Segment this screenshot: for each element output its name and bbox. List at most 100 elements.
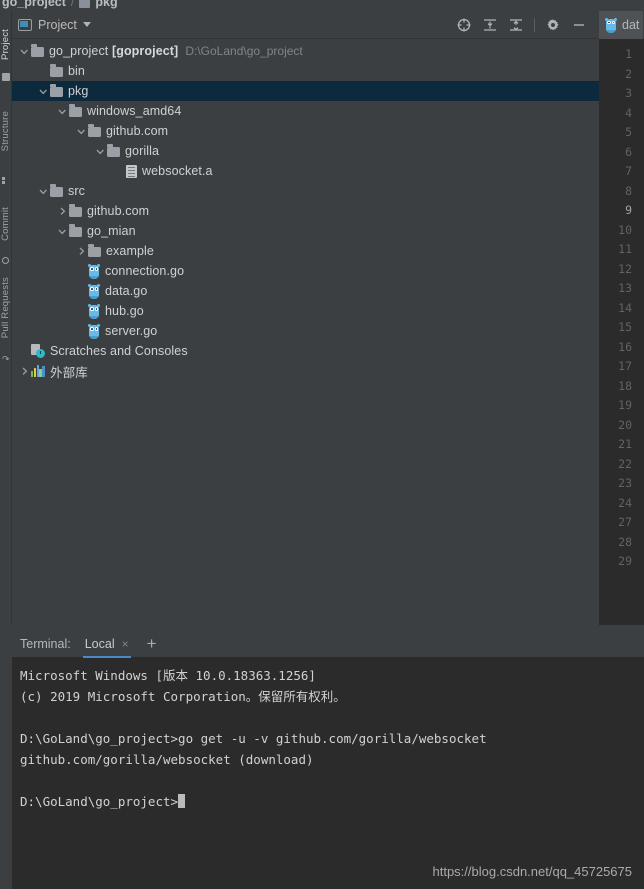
tree-expand-arrow[interactable] bbox=[18, 365, 31, 378]
line-number: 29 bbox=[618, 554, 632, 568]
line-number: 6 bbox=[625, 144, 632, 159]
sidebar-item-pull-requests[interactable]: Pull Requests bbox=[0, 277, 12, 338]
tree-item-data-go[interactable]: data.go bbox=[12, 281, 599, 301]
line-number: 28 bbox=[618, 534, 632, 549]
watermark: https://blog.csdn.net/qq_45725675 bbox=[432, 864, 633, 879]
tree-item-hub-go[interactable]: hub.go bbox=[12, 301, 599, 321]
project-tree[interactable]: go_project [goproject] D:\GoLand\go_proje… bbox=[12, 39, 599, 625]
line-number: 21 bbox=[618, 437, 632, 451]
tree-item-pkg[interactable]: pkg bbox=[12, 81, 599, 101]
tree-item-label: 外部库 bbox=[50, 365, 88, 380]
folder-icon bbox=[50, 64, 63, 77]
tree-item-windows-amd64[interactable]: windows_amd64 bbox=[12, 101, 599, 121]
gear-icon[interactable] bbox=[545, 17, 561, 33]
go-file-icon bbox=[605, 17, 617, 33]
tree-item-label: github.com bbox=[87, 204, 150, 218]
tree-item-label: gorilla bbox=[125, 144, 160, 158]
go-file-icon bbox=[88, 324, 100, 339]
tree-expand-arrow[interactable] bbox=[56, 105, 69, 118]
project-icon bbox=[18, 18, 32, 31]
tree-item-github-com[interactable]: github.com bbox=[12, 121, 599, 141]
tool-tab-label: Pull Requests bbox=[0, 277, 11, 339]
line-number: 8 bbox=[625, 183, 632, 198]
folder-icon bbox=[88, 244, 101, 257]
page-title: Project bbox=[38, 17, 77, 32]
folder-icon bbox=[107, 144, 120, 157]
close-icon[interactable]: × bbox=[122, 637, 129, 651]
project-panel-actions bbox=[456, 17, 593, 33]
terminal-tab-local[interactable]: Local × bbox=[81, 630, 133, 658]
tree-item-go-mian[interactable]: go_mian bbox=[12, 221, 599, 241]
crosshair-target-icon[interactable] bbox=[456, 17, 472, 33]
line-number: 11 bbox=[618, 242, 632, 256]
tree-item-label: Scratches and Consoles bbox=[50, 344, 188, 358]
line-number: 14 bbox=[618, 300, 632, 315]
tree-expand-arrow[interactable] bbox=[75, 125, 88, 138]
sidebar-item-structure[interactable]: Structure bbox=[0, 111, 12, 151]
tool-tab-label: Commit bbox=[0, 207, 11, 241]
tree-item-label: bin bbox=[68, 64, 85, 78]
tree-item-go-project[interactable]: go_project [goproject] D:\GoLand\go_proje… bbox=[12, 41, 599, 61]
expand-all-icon[interactable] bbox=[482, 17, 498, 33]
tree-item-label: hub.go bbox=[105, 304, 144, 318]
tree-item-[interactable]: 外部库 bbox=[12, 361, 599, 381]
tree-expand-arrow[interactable] bbox=[75, 245, 88, 258]
tree-expand-arrow[interactable] bbox=[56, 205, 69, 218]
tree-item-gorilla[interactable]: gorilla bbox=[12, 141, 599, 161]
go-file-icon bbox=[88, 284, 100, 299]
tree-item-label: github.com bbox=[106, 124, 169, 138]
add-terminal-icon[interactable]: + bbox=[143, 635, 161, 652]
tree-item-bin[interactable]: bin bbox=[12, 61, 599, 81]
project-panel-title-group[interactable]: Project bbox=[18, 18, 91, 32]
tree-item-label: pkg bbox=[68, 84, 89, 98]
line-number: 16 bbox=[618, 339, 632, 354]
line-number: 22 bbox=[618, 456, 632, 471]
folder-icon bbox=[50, 84, 63, 97]
tree-item-label: windows_amd64 bbox=[87, 104, 182, 118]
terminal-line: (c) 2019 Microsoft Corporation。保留所有权利。 bbox=[20, 689, 346, 704]
line-number: 19 bbox=[618, 398, 632, 412]
project-tool-window: Project go_project [goproject] D:\GoLand… bbox=[12, 11, 599, 625]
archive-file-icon bbox=[126, 164, 137, 178]
tree-expand-arrow[interactable] bbox=[18, 45, 31, 58]
line-number: 1 bbox=[625, 47, 632, 61]
tree-expand-arrow[interactable] bbox=[56, 225, 69, 238]
tree-item-connection-go[interactable]: connection.go bbox=[12, 261, 599, 281]
breadcrumb-current[interactable]: pkg bbox=[95, 0, 117, 9]
tree-item-example[interactable]: example bbox=[12, 241, 599, 261]
collapse-all-icon[interactable] bbox=[508, 17, 524, 33]
tree-expand-arrow[interactable] bbox=[37, 85, 50, 98]
folder-icon bbox=[79, 0, 91, 8]
folder-icon bbox=[88, 124, 101, 137]
folder-icon bbox=[69, 204, 82, 217]
tree-expand-arrow[interactable] bbox=[94, 145, 107, 158]
sidebar-item-project[interactable]: Project bbox=[0, 29, 12, 60]
tree-item-scratches-and-consoles[interactable]: Scratches and Consoles bbox=[12, 341, 599, 361]
line-number: 17 bbox=[618, 359, 632, 373]
line-number: 27 bbox=[618, 515, 632, 529]
tree-item-label: data.go bbox=[105, 284, 148, 298]
line-number: 23 bbox=[618, 476, 632, 490]
line-number: 24 bbox=[618, 495, 632, 510]
tree-item-label: example bbox=[106, 244, 154, 258]
breadcrumb-separator: / bbox=[70, 0, 75, 9]
sidebar-item-commit[interactable]: Commit bbox=[0, 207, 12, 241]
terminal-output[interactable]: Microsoft Windows [版本 10.0.18363.1256] (c… bbox=[12, 658, 644, 812]
tree-item-github-com[interactable]: github.com bbox=[12, 201, 599, 221]
tree-item-server-go[interactable]: server.go bbox=[12, 321, 599, 341]
line-number: 12 bbox=[618, 261, 632, 276]
tree-item-websocket-a[interactable]: websocket.a bbox=[12, 161, 599, 181]
editor-tab-label: dat bbox=[622, 17, 640, 32]
tree-item-label: server.go bbox=[105, 324, 158, 338]
line-number: 15 bbox=[618, 320, 632, 334]
line-number: 13 bbox=[618, 281, 632, 295]
tree-expand-arrow[interactable] bbox=[37, 185, 50, 198]
goland-ide-window: go_project / pkg Project Structure Commi… bbox=[0, 0, 644, 889]
breadcrumb-project[interactable]: go_project bbox=[2, 0, 66, 9]
editor-tab-data-go[interactable]: dat bbox=[599, 10, 644, 39]
tree-item-src[interactable]: src bbox=[12, 181, 599, 201]
chevron-down-icon[interactable] bbox=[82, 22, 91, 27]
line-number: 3 bbox=[625, 86, 632, 100]
minimize-icon[interactable] bbox=[571, 17, 587, 33]
